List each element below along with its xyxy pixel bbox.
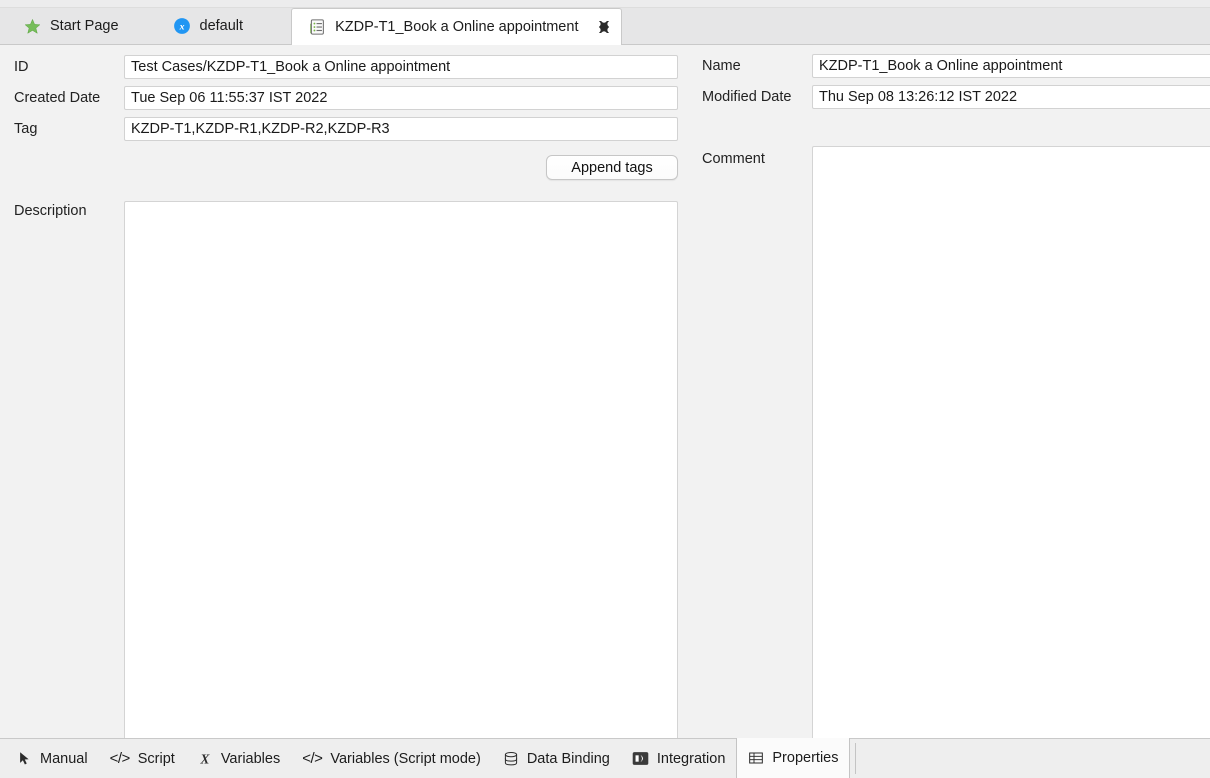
bottom-tab-integration[interactable]: Integration bbox=[621, 739, 737, 778]
name-input[interactable] bbox=[812, 54, 1210, 78]
comment-textarea[interactable] bbox=[812, 146, 1210, 778]
bottom-tab-properties[interactable]: Properties bbox=[736, 738, 851, 778]
window-top-strip bbox=[0, 0, 1210, 8]
editor-mode-tab-bar: Manual </> Script X Variables </> Variab… bbox=[0, 738, 1210, 778]
comment-label: Comment bbox=[702, 151, 765, 167]
properties-form: ID Created Date Tag Append tags Descript… bbox=[0, 45, 1210, 778]
katalon-test-case-editor: Start Page x default KZDP-T1_Book a Onli… bbox=[0, 0, 1210, 778]
blue-x-circle-icon: x bbox=[173, 17, 191, 35]
bottom-tab-label: Variables (Script mode) bbox=[330, 750, 481, 767]
bottom-tab-variables[interactable]: X Variables bbox=[186, 739, 291, 778]
test-case-icon bbox=[308, 18, 326, 36]
bottom-tab-label: Manual bbox=[40, 750, 88, 767]
editor-tab-test-case[interactable]: KZDP-T1_Book a Online appointment bbox=[291, 8, 623, 45]
editor-tab-label: default bbox=[199, 17, 244, 34]
close-icon[interactable] bbox=[596, 20, 611, 35]
name-label: Name bbox=[702, 58, 741, 74]
bottom-tab-label: Data Binding bbox=[526, 750, 610, 767]
description-textarea[interactable] bbox=[124, 201, 678, 778]
tag-label: Tag bbox=[14, 121, 38, 137]
bottom-tab-label: Integration bbox=[656, 750, 726, 767]
code-icon: </> bbox=[109, 750, 131, 767]
editor-tab-label: KZDP-T1_Book a Online appointment bbox=[335, 18, 579, 35]
svg-text:x: x bbox=[178, 21, 184, 32]
append-tags-button[interactable]: Append tags bbox=[546, 155, 678, 180]
bottom-tab-manual[interactable]: Manual bbox=[6, 739, 99, 778]
bottom-tab-label: Variables bbox=[220, 750, 281, 767]
editor-tab-start-page[interactable]: Start Page bbox=[8, 8, 135, 44]
tag-input[interactable] bbox=[124, 117, 678, 141]
editor-tab-default[interactable]: x default bbox=[157, 8, 260, 44]
svg-text:X: X bbox=[199, 751, 210, 766]
bottom-tab-label: Script bbox=[137, 750, 175, 767]
database-icon bbox=[503, 751, 519, 767]
table-grid-icon bbox=[748, 750, 764, 766]
modified-date-input[interactable] bbox=[812, 85, 1210, 109]
id-input[interactable] bbox=[124, 55, 678, 79]
id-label: ID bbox=[14, 59, 29, 75]
created-date-label: Created Date bbox=[14, 90, 101, 106]
bottom-tab-script[interactable]: </> Script bbox=[99, 739, 186, 778]
star-icon bbox=[24, 18, 41, 35]
bottom-tab-label: Properties bbox=[772, 750, 839, 766]
bottom-tab-variables-script-mode[interactable]: </> Variables (Script mode) bbox=[291, 739, 492, 778]
editor-tab-bar: Start Page x default KZDP-T1_Book a Onli… bbox=[0, 8, 1210, 45]
bottom-tab-data-binding[interactable]: Data Binding bbox=[492, 739, 621, 778]
modified-date-label: Modified Date bbox=[702, 89, 792, 105]
created-date-input[interactable] bbox=[124, 86, 678, 110]
bottom-tab-divider bbox=[855, 743, 857, 774]
description-label: Description bbox=[14, 203, 87, 219]
variable-x-icon: X bbox=[197, 751, 213, 767]
cursor-arrow-icon bbox=[17, 751, 32, 766]
code-icon: </> bbox=[302, 750, 323, 767]
integration-icon bbox=[632, 751, 649, 766]
editor-tab-label: Start Page bbox=[50, 17, 119, 34]
